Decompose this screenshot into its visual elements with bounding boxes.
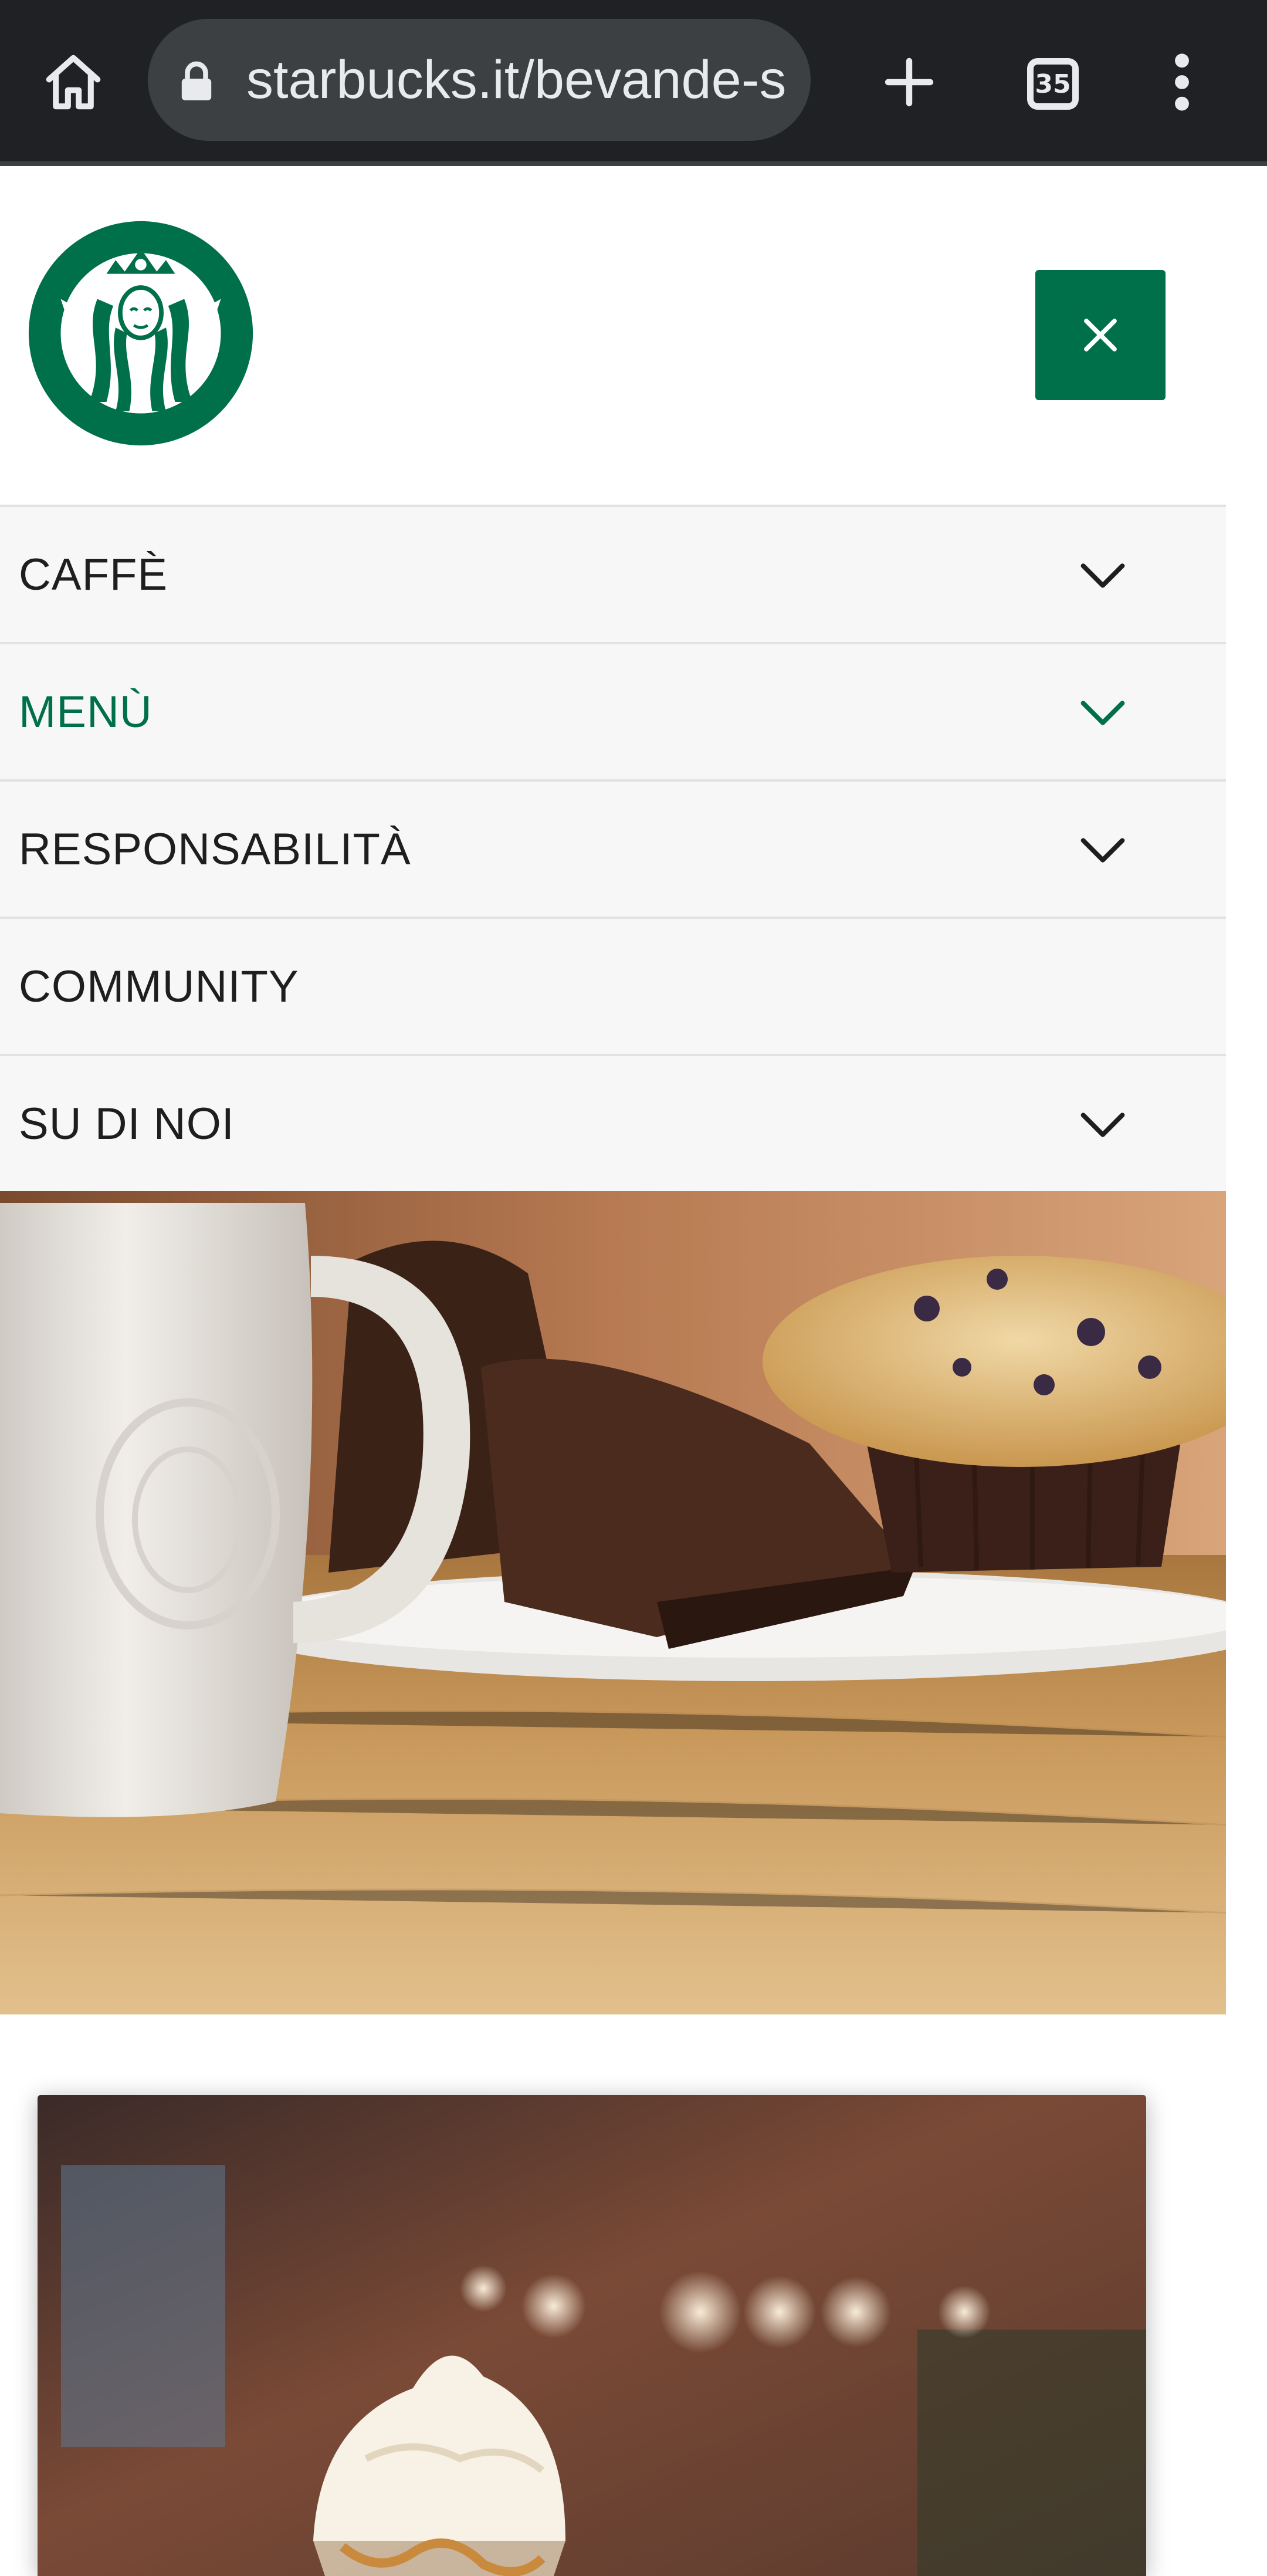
main-nav: CAFFÈ MENÙ RESPONSABILITÀ COMMUNITY SU D… (0, 505, 1226, 1194)
nav-item-label: CAFFÈ (19, 549, 168, 600)
overflow-menu-icon (1175, 53, 1189, 111)
featured-card[interactable] (38, 2095, 1146, 2576)
plus-icon (885, 58, 934, 107)
url-text: starbucks.it/bevande-s (246, 50, 787, 110)
chevron-down-icon[interactable] (1079, 692, 1126, 733)
site-header (0, 166, 1226, 505)
chevron-down-icon[interactable] (1079, 1104, 1126, 1145)
nav-item-responsabilita[interactable]: RESPONSABILITÀ (0, 782, 1226, 919)
home-icon (46, 55, 101, 110)
nav-item-menu[interactable]: MENÙ (0, 644, 1226, 782)
nav-item-label: COMMUNITY (19, 961, 299, 1012)
hero-image (0, 1191, 1226, 2014)
nav-item-label: SU DI NOI (19, 1098, 235, 1149)
nav-item-label: MENÙ (19, 687, 153, 737)
nav-item-label: RESPONSABILITÀ (19, 824, 411, 874)
browser-menu-button[interactable] (1150, 41, 1214, 123)
address-bar[interactable]: starbucks.it/bevande-s (148, 19, 811, 141)
chevron-down-icon[interactable] (1079, 830, 1126, 871)
tab-count: 35 (1035, 69, 1071, 99)
starbucks-logo[interactable] (26, 219, 255, 448)
lock-icon (181, 61, 212, 100)
home-button[interactable] (32, 41, 114, 123)
nav-item-su-di-noi[interactable]: SU DI NOI (0, 1056, 1226, 1194)
nav-item-community[interactable]: COMMUNITY (0, 919, 1226, 1056)
new-tab-button[interactable] (868, 41, 950, 123)
close-icon (1084, 319, 1117, 351)
tabs-icon: 35 (1027, 58, 1079, 110)
close-menu-button[interactable] (1035, 270, 1166, 400)
tab-switcher-button[interactable]: 35 (1015, 46, 1091, 122)
frappuccino-image (38, 2095, 1146, 2576)
chevron-down-icon[interactable] (1079, 555, 1126, 596)
nav-item-caffe[interactable]: CAFFÈ (0, 507, 1226, 644)
browser-toolbar: starbucks.it/bevande-s 35 (0, 0, 1267, 166)
